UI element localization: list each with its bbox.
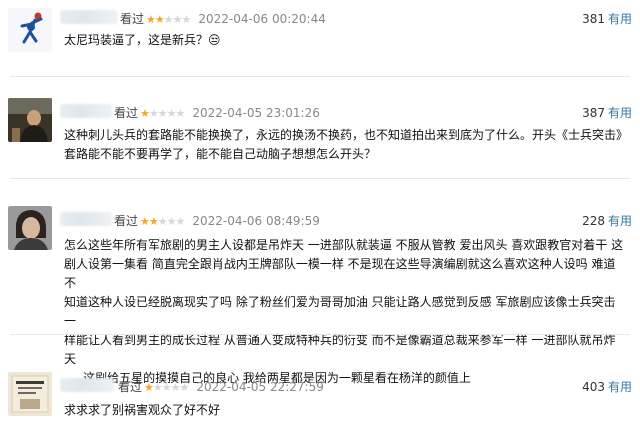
watched-label: 看过: [118, 380, 143, 394]
review-meta: 看过 ★★★★★ 2022-04-06 00:20:44: [120, 10, 326, 27]
review-item: 看过 ★★★★★ 2022-04-06 00:20:44 381 有用 太尼玛装逼了，…: [0, 0, 640, 70]
useful-button[interactable]: 有用: [608, 214, 632, 228]
star-empty-icon: ★: [157, 215, 168, 228]
review-meta: 看过 ★★★★★ 2022-04-05 22:27:59: [118, 378, 324, 395]
avatar[interactable]: [8, 98, 52, 142]
rating-stars: ★★★★★: [140, 215, 186, 228]
review-text-line: 剧人设第一集看 简直完全跟肖战内王牌部队一模一样 不是现在这些导演编剧就这么喜欢…: [64, 257, 616, 290]
review-item: 看过 ★★★★★ 2022-04-06 08:49:59 228 有用 怎么这些年所有…: [0, 200, 640, 385]
divider: [10, 334, 630, 335]
useful-button[interactable]: 有用: [608, 12, 632, 26]
useful-count: 403: [582, 380, 605, 394]
username-blurred[interactable]: [60, 378, 114, 392]
star-empty-icon: ★: [166, 107, 177, 120]
watched-label: 看过: [114, 214, 139, 228]
useful-vote: 387 有用: [582, 104, 632, 121]
review-date: 2022-04-05 22:27:59: [196, 380, 324, 394]
star-empty-icon: ★: [163, 13, 174, 26]
review-content: 求求求了别祸害观众了好不好: [64, 401, 624, 420]
review-meta: 看过 ★★★★★ 2022-04-05 23:01:26: [114, 104, 320, 121]
useful-vote: 381 有用: [582, 10, 632, 27]
review-date: 2022-04-06 00:20:44: [198, 12, 326, 26]
divider: [10, 178, 630, 179]
star-empty-icon: ★: [170, 381, 181, 394]
review-text-line: 求求求了别祸害观众了好不好: [64, 403, 221, 417]
star-filled-icon: ★: [140, 215, 150, 228]
star-empty-icon: ★: [175, 107, 186, 120]
review-text-line: 套路能不能不要再学了，能不能自己动脑子想想怎么开头？: [64, 147, 377, 161]
useful-button[interactable]: 有用: [608, 380, 632, 394]
username-blurred[interactable]: [60, 10, 118, 24]
star-empty-icon: ★: [172, 13, 183, 26]
star-empty-icon: ★: [181, 13, 192, 26]
star-empty-icon: ★: [157, 107, 168, 120]
useful-button[interactable]: 有用: [608, 106, 632, 120]
review-meta: 看过 ★★★★★ 2022-04-06 08:49:59: [114, 212, 320, 229]
star-filled-icon: ★: [140, 107, 150, 120]
star-empty-icon: ★: [175, 215, 186, 228]
star-empty-icon: ★: [161, 381, 172, 394]
useful-vote: 403 有用: [582, 378, 632, 395]
watched-label: 看过: [114, 106, 139, 120]
review-content: 这种刺儿头兵的套路能不能换换了，永远的换汤不换药，也不知道拍出来到底为了什么。开…: [64, 126, 629, 164]
useful-count: 228: [582, 214, 605, 228]
review-item: 看过 ★★★★★ 2022-04-05 22:27:59 403 有用 求求求了别祸害…: [0, 366, 640, 436]
review-date: 2022-04-06 08:49:59: [192, 214, 320, 228]
review-item: 看过 ★★★★★ 2022-04-05 23:01:26 387 有用 这种刺儿头兵的…: [0, 92, 640, 172]
review-text-line: 怎么这些年所有军旅剧的男主人设都是吊炸天 一进部队就装逼 不服从管教 爱出风头 …: [64, 238, 624, 252]
divider: [10, 76, 630, 77]
star-filled-icon: ★: [146, 13, 156, 26]
avatar[interactable]: [8, 206, 52, 250]
review-date: 2022-04-05 23:01:26: [192, 106, 320, 120]
avatar[interactable]: [8, 372, 52, 416]
review-text-line: 知道这种人设已经脱离现实了吗 除了粉丝们爱为哥哥加油 只能让路人感觉到反感 军旅…: [64, 295, 616, 328]
useful-count: 387: [582, 106, 605, 120]
review-content: 太尼玛装逼了，这是新兵？😒: [64, 31, 624, 50]
review-text-line: 太尼玛装逼了，这是新兵？😒: [64, 33, 221, 47]
star-filled-icon: ★: [144, 381, 154, 394]
useful-vote: 228 有用: [582, 212, 632, 229]
useful-count: 381: [582, 12, 605, 26]
star-filled-icon: ★: [154, 13, 165, 26]
rating-stars: ★★★★★: [140, 107, 186, 120]
avatar[interactable]: [8, 8, 52, 52]
star-empty-icon: ★: [148, 107, 159, 120]
star-empty-icon: ★: [179, 381, 190, 394]
star-empty-icon: ★: [152, 381, 163, 394]
username-blurred[interactable]: [60, 104, 112, 118]
username-blurred[interactable]: [60, 212, 112, 226]
rating-stars: ★★★★★: [146, 13, 192, 26]
watched-label: 看过: [120, 12, 145, 26]
rating-stars: ★★★★★: [144, 381, 190, 394]
review-text-line: 样能让人看到男主的成长过程 从普通人变成特种兵的衍变 而不是像霸道总裁来参军一样…: [64, 333, 616, 366]
review-text-line: 这种刺儿头兵的套路能不能换换了，永远的换汤不换药，也不知道拍出来到底为了什么。开…: [64, 128, 629, 142]
star-empty-icon: ★: [166, 215, 177, 228]
star-filled-icon: ★: [148, 215, 159, 228]
